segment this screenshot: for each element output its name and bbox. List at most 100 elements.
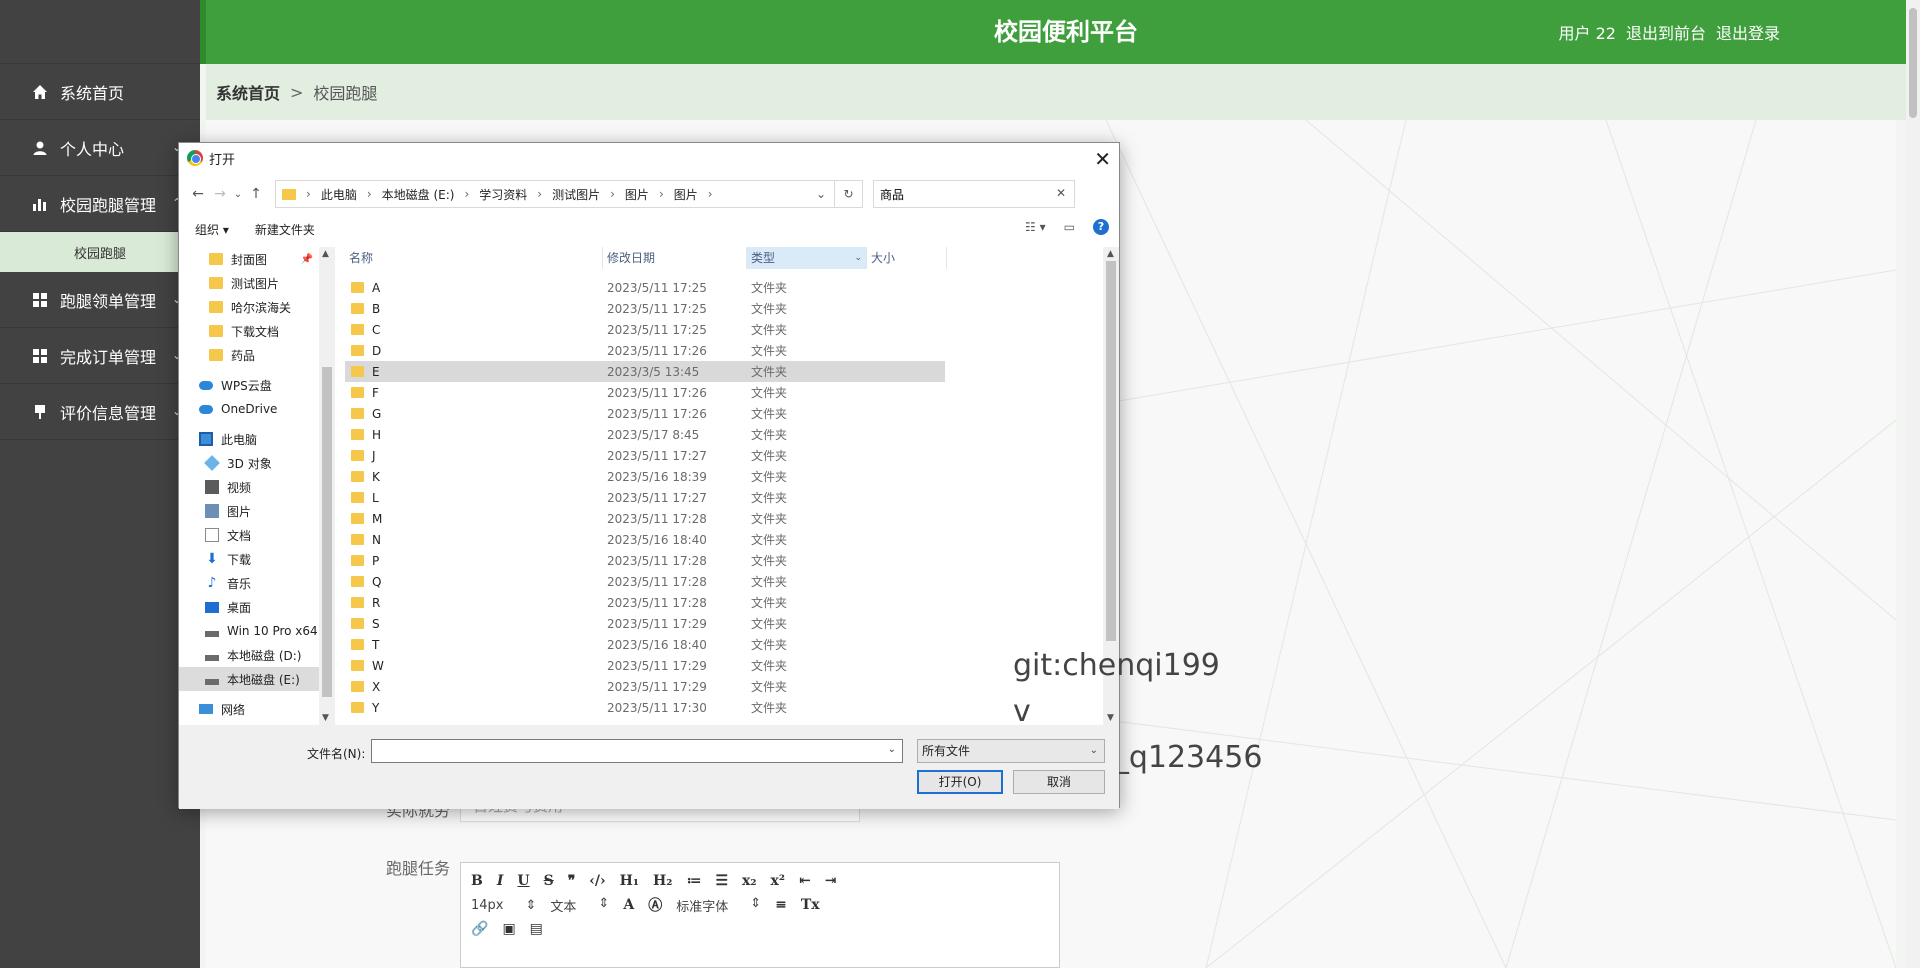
path-segment[interactable]: 本地磁盘 (E:) [382, 186, 455, 203]
address-bar[interactable]: › 此电脑 › 本地磁盘 (E:) › 学习资料 › 测试图片 › 图片 › 图片 › ⌄ [275, 180, 835, 208]
list-scrollbar-thumb[interactable] [1106, 261, 1116, 641]
highlight-icon[interactable]: Ⓐ [648, 895, 662, 915]
new-folder-button[interactable]: 新建文件夹 [255, 221, 315, 238]
nav-item-completed-orders[interactable]: 完成订单管理 ⌄ [0, 328, 200, 384]
nav-item-errand-manage[interactable]: 校园跑腿管理 ⌃ [0, 176, 200, 232]
tree-item[interactable]: 测试图片 [179, 271, 319, 295]
cancel-button[interactable]: 取消 [1013, 770, 1105, 794]
font-size-select[interactable]: 14px ⇕ [471, 898, 536, 913]
nav-item-order-take[interactable]: 跑腿领单管理 ⌄ [0, 272, 200, 328]
tree-item[interactable]: 此电脑 [179, 427, 319, 451]
page-scrollbar[interactable] [1906, 0, 1920, 968]
path-segment[interactable]: 学习资料 [479, 186, 527, 203]
clear-format-icon[interactable]: Tx [801, 897, 820, 913]
tree-item[interactable]: ♪ 音乐 [179, 571, 319, 595]
preview-pane-icon[interactable]: ▭ [1064, 220, 1075, 234]
nav-subitem-errand[interactable]: 校园跑腿 [0, 232, 200, 272]
code-icon[interactable]: ‹/› [589, 873, 605, 889]
tree-item[interactable]: 药品 [179, 343, 319, 367]
back-icon[interactable]: ← [187, 186, 209, 202]
file-row[interactable]: P 2023/5/11 17:28 文件夹 [345, 550, 1085, 571]
close-icon[interactable]: ✕ [1094, 147, 1111, 171]
chevron-down-icon[interactable]: ⌄ [888, 744, 896, 755]
tree-scrollbar[interactable]: ▲ ▼ [319, 247, 335, 725]
tree-item[interactable]: 本地磁盘 (D:) [179, 643, 319, 667]
column-header-date[interactable]: 修改日期 [603, 247, 747, 269]
refresh-icon[interactable]: ↻ [835, 180, 863, 208]
align-icon[interactable]: ≡ [775, 897, 787, 913]
file-row[interactable]: K 2023/5/16 18:39 文件夹 [345, 466, 1085, 487]
tree-item[interactable]: ⬇ 下载 [179, 547, 319, 571]
view-options-icon[interactable]: ☷ ▾ [1025, 220, 1046, 234]
nav-item-home[interactable]: 系统首页 [0, 64, 200, 120]
logout-link[interactable]: 退出登录 [1716, 20, 1780, 44]
up-icon[interactable]: ↑ [245, 186, 267, 202]
exit-to-front-link[interactable]: 退出到前台 [1626, 20, 1706, 44]
tree-item[interactable]: 下载文档 [179, 319, 319, 343]
column-header-type[interactable]: 类型 ⌄ [747, 247, 867, 269]
bullet-list-icon[interactable]: ☰ [715, 873, 728, 889]
file-row[interactable]: Y 2023/5/11 17:30 文件夹 [345, 697, 1085, 718]
filetype-select[interactable]: 所有文件 ⌄ [917, 739, 1105, 763]
pin-icon[interactable]: 📌 [301, 254, 313, 265]
file-row[interactable]: F 2023/5/11 17:26 文件夹 [345, 382, 1085, 403]
file-row[interactable]: L 2023/5/11 17:27 文件夹 [345, 487, 1085, 508]
file-row[interactable]: E 2023/3/5 13:45 文件夹 [345, 361, 945, 382]
tree-item[interactable]: 哈尔滨海关 [179, 295, 319, 319]
organize-button[interactable]: 组织 ▾ [195, 221, 229, 238]
blockquote-icon[interactable]: ❞ [568, 873, 576, 889]
scroll-down-icon[interactable]: ▼ [322, 713, 329, 723]
heading1-icon[interactable]: H₁ [620, 873, 639, 889]
file-row[interactable]: G 2023/5/11 17:26 文件夹 [345, 403, 1085, 424]
nav-item-personal[interactable]: 个人中心 ⌄ [0, 120, 200, 176]
nav-item-reviews[interactable]: 评价信息管理 ⌄ [0, 384, 200, 440]
tree-item[interactable]: 桌面 [179, 595, 319, 619]
superscript-icon[interactable]: x² [771, 873, 785, 889]
file-row[interactable]: Q 2023/5/11 17:28 文件夹 [345, 571, 1085, 592]
filename-input[interactable]: ⌄ [371, 739, 903, 763]
file-row[interactable]: N 2023/5/16 18:40 文件夹 [345, 529, 1085, 550]
ordered-list-icon[interactable]: ≔ [686, 873, 701, 889]
file-row[interactable]: B 2023/5/11 17:25 文件夹 [345, 298, 1085, 319]
search-box[interactable]: ✕ [873, 180, 1075, 208]
file-row[interactable]: R 2023/5/11 17:28 文件夹 [345, 592, 1085, 613]
file-row[interactable]: S 2023/5/11 17:29 文件夹 [345, 613, 1085, 634]
chevron-down-icon[interactable]: ⌄ [854, 247, 862, 269]
forward-icon[interactable]: → [209, 186, 231, 202]
heading2-icon[interactable]: H₂ [653, 873, 672, 889]
search-input[interactable] [880, 187, 1050, 201]
open-button[interactable]: 打开(O) [917, 770, 1003, 794]
path-segment[interactable]: 图片 [625, 186, 649, 203]
tree-item[interactable]: 图片 [179, 499, 319, 523]
file-row[interactable]: C 2023/5/11 17:25 文件夹 [345, 319, 1085, 340]
breadcrumb-home[interactable]: 系统首页 [216, 80, 280, 104]
file-row[interactable]: H 2023/5/17 8:45 文件夹 [345, 424, 1085, 445]
tree-item[interactable]: 3D 对象 [179, 451, 319, 475]
tree-item[interactable]: WPS云盘 [179, 373, 319, 397]
text-color-icon[interactable]: A [623, 897, 634, 913]
tree-item[interactable]: OneDrive [179, 397, 319, 421]
image-icon[interactable]: ▣ [502, 921, 515, 937]
font-family-select[interactable]: 标准字体 ⇕ [676, 896, 761, 915]
path-segment[interactable]: 图片 [674, 186, 698, 203]
file-row[interactable]: A 2023/5/11 17:25 文件夹 [345, 277, 1085, 298]
file-row[interactable]: X 2023/5/11 17:29 文件夹 [345, 676, 1085, 697]
help-icon[interactable]: ? [1093, 219, 1109, 235]
italic-icon[interactable]: I [497, 873, 504, 889]
strikethrough-icon[interactable]: S [544, 873, 554, 889]
clear-search-icon[interactable]: ✕ [1056, 186, 1066, 200]
path-segment[interactable]: 此电脑 [321, 186, 357, 203]
page-scrollbar-thumb[interactable] [1909, 8, 1917, 118]
path-segment[interactable]: 测试图片 [552, 186, 600, 203]
tree-scrollbar-thumb[interactable] [322, 367, 332, 697]
link-icon[interactable]: 🔗 [471, 921, 488, 937]
tree-item[interactable]: 封面图 📌 [179, 247, 319, 271]
file-row[interactable]: W 2023/5/11 17:29 文件夹 [345, 655, 1085, 676]
file-row[interactable]: J 2023/5/11 17:27 文件夹 [345, 445, 1085, 466]
subscript-icon[interactable]: x₂ [742, 873, 756, 889]
file-row[interactable]: M 2023/5/11 17:28 文件夹 [345, 508, 1085, 529]
video-icon[interactable]: ▤ [530, 921, 543, 937]
address-dropdown-icon[interactable]: ⌄ [816, 187, 826, 201]
scroll-up-icon[interactable]: ▲ [1107, 249, 1114, 259]
indent-icon[interactable]: ⇥ [825, 873, 837, 889]
